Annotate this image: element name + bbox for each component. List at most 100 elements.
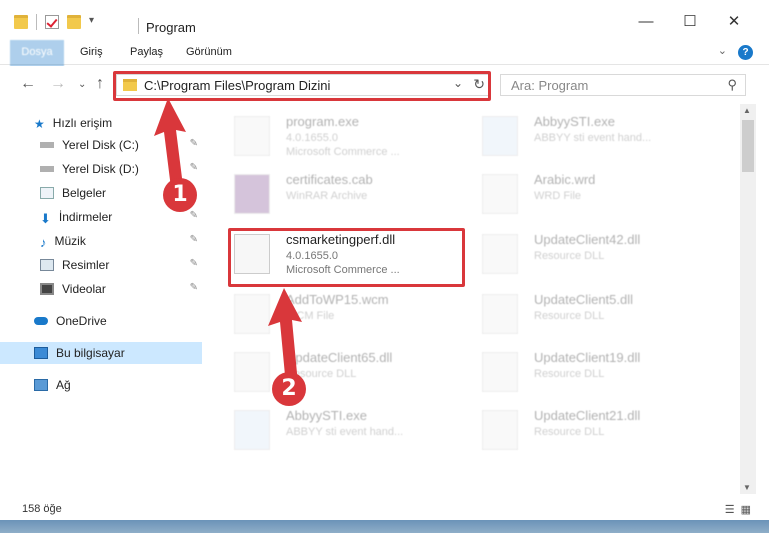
pin-icon[interactable]: ✎ <box>190 282 198 293</box>
sidebar-item-label: Yerel Disk (C:) <box>62 138 139 152</box>
sidebar-item-label: Bu bilgisayar <box>56 346 125 360</box>
dll-gear-icon <box>482 234 518 274</box>
file-item-updateclient42-dll[interactable]: UpdateClient42.dll Resource DLL <box>468 228 708 280</box>
forward-button[interactable]: → <box>50 75 66 93</box>
customize-toolbar-icon[interactable]: ▾ <box>89 15 103 29</box>
dll-gear-icon <box>482 352 518 392</box>
file-detail: ABBYY sti event hand... <box>286 426 404 438</box>
search-placeholder[interactable]: Ara: Program <box>511 78 588 93</box>
pin-icon[interactable]: ✎ <box>190 234 198 245</box>
executable-icon <box>482 116 518 156</box>
sidebar-item-this-pc[interactable]: Bu bilgisayar <box>0 342 202 364</box>
computer-icon <box>34 347 48 359</box>
file-item-addtowp15-wcm[interactable]: AddToWP15.wcm WCM File <box>220 288 460 340</box>
file-name: program.exe <box>286 114 359 129</box>
properties-icon[interactable] <box>45 15 59 29</box>
file-item-updateclient65-dll[interactable]: UpdateClient65.dll Resource DLL <box>220 346 460 398</box>
file-item-updateclient5-dll[interactable]: UpdateClient5.dll Resource DLL <box>468 288 708 340</box>
file-name: AbbyySTI.exe <box>286 408 367 423</box>
file-detail: Resource DLL <box>534 250 605 262</box>
file-item-program-exe[interactable]: program.exe 4.0.1655.0 Microsoft Commerc… <box>220 110 460 162</box>
sidebar-item-label: Belgeler <box>62 186 107 200</box>
tiles-view-icon[interactable]: ▦ <box>741 503 751 516</box>
star-icon: ★ <box>34 117 45 131</box>
videos-icon <box>40 283 54 295</box>
folder-icon[interactable] <box>14 15 28 29</box>
new-folder-icon[interactable] <box>67 15 81 29</box>
help-button[interactable]: ? <box>738 45 753 60</box>
executable-icon <box>234 410 270 450</box>
file-item-arabic-wrd[interactable]: Arabic.wrd WRD File <box>468 168 708 220</box>
divider <box>36 14 37 30</box>
sidebar-item-label: Müzik <box>54 234 86 248</box>
file-name: UpdateClient42.dll <box>534 232 641 247</box>
drive-icon <box>40 166 54 172</box>
music-icon: ♪ <box>40 235 47 250</box>
cloud-icon <box>34 317 48 325</box>
sidebar-item-network[interactable]: Ağ <box>0 374 202 396</box>
executable-icon <box>234 116 270 156</box>
search-icon[interactable]: ⚲ <box>727 77 737 93</box>
sidebar-item-label: İndirmeler <box>58 210 113 224</box>
pictures-icon <box>40 259 54 271</box>
file-name: UpdateClient5.dll <box>534 292 634 307</box>
pin-icon[interactable]: ✎ <box>190 258 198 269</box>
sidebar-item-label: Resimler <box>62 258 110 272</box>
back-button[interactable]: ← <box>20 75 36 93</box>
file-item-certificates-cab[interactable]: certificates.cab WinRAR Archive <box>220 168 460 220</box>
vertical-scrollbar[interactable]: ▲ ▼ <box>740 104 756 494</box>
maximize-button[interactable]: ☐ <box>680 14 700 30</box>
file-name: AbbyySTI.exe <box>534 114 615 129</box>
file-detail: WRD File <box>534 190 582 202</box>
documents-icon <box>40 187 54 199</box>
status-bar: 158 öğe ☰ ▦ <box>0 500 769 520</box>
item-count: 158 öğe <box>22 503 62 515</box>
file-detail: WinRAR Archive <box>286 190 368 202</box>
details-view-icon[interactable]: ☰ <box>725 503 735 516</box>
ribbon-tabs: Dosya Giriş Paylaş Görünüm ⌄ ? <box>0 40 769 92</box>
file-detail: Resource DLL <box>534 310 605 322</box>
dll-gear-icon <box>482 294 518 334</box>
scroll-down-icon[interactable]: ▼ <box>743 483 751 492</box>
tab-view[interactable]: Görünüm <box>186 40 232 65</box>
dll-gear-icon <box>482 410 518 450</box>
sidebar-item-label: Yerel Disk (D:) <box>62 162 139 176</box>
up-button[interactable]: ↑ <box>96 75 104 93</box>
file-item-updateclient21-dll[interactable]: UpdateClient21.dll Resource DLL <box>468 404 708 456</box>
file-detail: ABBYY sti event hand... <box>534 132 652 144</box>
sidebar-item-label: OneDrive <box>56 314 107 328</box>
step-2-badge: 2 <box>272 372 306 406</box>
recent-locations-icon[interactable]: ⌄ <box>78 79 86 90</box>
file-name: UpdateClient21.dll <box>534 408 641 423</box>
file-detail: 4.0.1655.0 <box>286 132 338 144</box>
file-detail: Resource DLL <box>534 368 605 380</box>
scrollbar-thumb[interactable] <box>742 120 754 172</box>
sidebar-item-label: Hızlı erişim <box>52 116 113 130</box>
file-name: Arabic.wrd <box>534 172 596 187</box>
sidebar-item-pictures[interactable]: Resimler ✎ <box>0 254 202 276</box>
search-box[interactable]: Ara: Program ⚲ <box>500 74 746 96</box>
pin-icon[interactable]: ✎ <box>190 210 198 221</box>
file-icon <box>482 174 518 214</box>
file-item-abbyysti-exe[interactable]: AbbyySTI.exe ABBYY sti event hand... <box>468 110 708 162</box>
scroll-up-icon[interactable]: ▲ <box>743 106 751 115</box>
file-detail: Microsoft Commerce ... <box>286 146 400 158</box>
file-item-updateclient19-dll[interactable]: UpdateClient19.dll Resource DLL <box>468 346 708 398</box>
explorer-window: ▾ Program — ☐ ✕ Dosya Giriş Paylaş Görün… <box>0 0 769 533</box>
download-icon: ⬇ <box>40 211 51 226</box>
close-button[interactable]: ✕ <box>724 14 744 30</box>
title-bar: ▾ Program — ☐ ✕ <box>0 0 769 40</box>
expand-ribbon-icon[interactable]: ⌄ <box>718 44 727 57</box>
file-item-abbyysti-exe-2[interactable]: AbbyySTI.exe ABBYY sti event hand... <box>220 404 460 456</box>
step-1-badge: 1 <box>163 178 197 212</box>
sidebar-item-music[interactable]: ♪ Müzik ✎ <box>0 230 202 252</box>
tab-home[interactable]: Giriş <box>80 40 103 65</box>
network-icon <box>34 379 48 391</box>
view-buttons: ☰ ▦ <box>725 503 751 516</box>
file-detail: Resource DLL <box>534 426 605 438</box>
sidebar-item-onedrive[interactable]: OneDrive <box>0 310 202 332</box>
minimize-button[interactable]: — <box>636 14 656 30</box>
sidebar-item-videos[interactable]: Videolar ✎ <box>0 278 202 300</box>
target-file-highlight <box>228 228 465 287</box>
tab-share[interactable]: Paylaş <box>130 40 163 65</box>
